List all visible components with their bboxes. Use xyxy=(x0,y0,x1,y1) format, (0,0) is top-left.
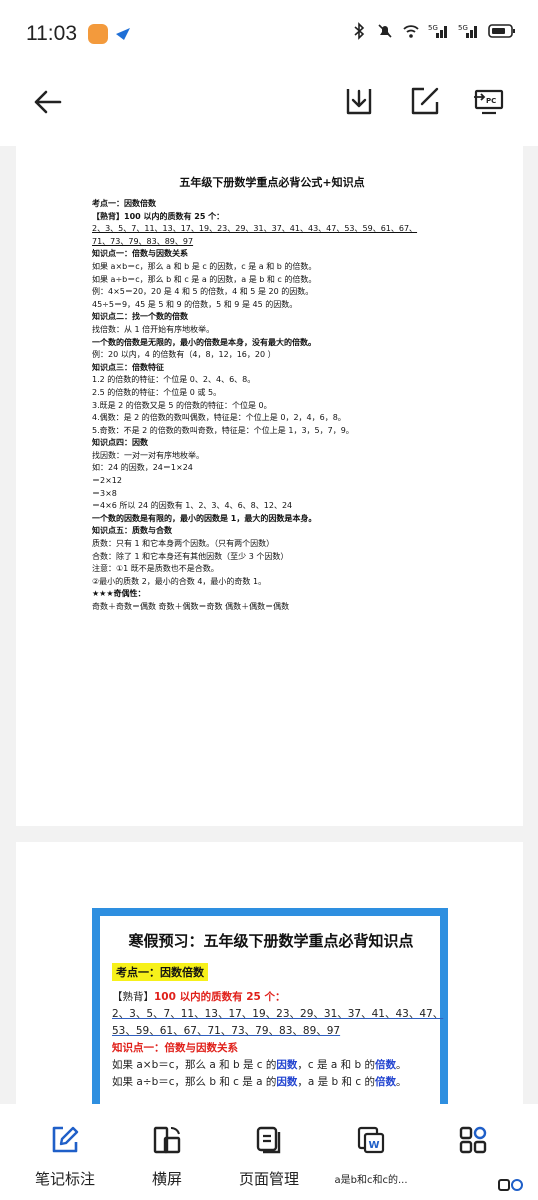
apps-grid-icon xyxy=(459,1126,487,1154)
document-text-block: 五年级下册数学重点必背公式+知识点 考点一：因数倍数【熟背】100 以内的质数有… xyxy=(92,176,452,614)
doc-line: 4.偶数：是 2 的倍数的数叫偶数，特征是：个位上是 0，2，4，6，8。 xyxy=(92,413,346,423)
doc-line: 知识点四：因数 xyxy=(92,438,148,448)
doc-line: 奇数＋奇数＝偶数 奇数＋偶数＝奇数 偶数＋偶数＝偶数 xyxy=(92,602,290,611)
edit-note-icon xyxy=(52,1126,79,1153)
doc-line: ＝4×6 所以 24 的因数有 1、2、3、4、6、8、12、24 xyxy=(92,501,293,511)
doc-line: ＝2×12 xyxy=(92,476,122,486)
floating-window-icon[interactable] xyxy=(498,1178,524,1192)
doc-line: 如果 a×b＝c，那么 a 和 b 是 c 的因数，c 是 a 和 b 的倍数。 xyxy=(92,261,317,271)
rule1-factor: 因数 xyxy=(276,1059,298,1071)
doc-line: 1.2 的倍数的特征：个位是 0、2、4、6、8。 xyxy=(92,375,256,385)
doc-title: 五年级下册数学重点必背公式+知识点 xyxy=(179,176,365,189)
svg-text:5G: 5G xyxy=(458,24,468,32)
rule1-a: 如果 a×b＝c，那么 a 和 b 是 c 的 xyxy=(112,1059,277,1071)
doc-line: 例：20 以内，4 的倍数有（4，8，12，16，20 ） xyxy=(92,350,276,360)
svg-text:5G: 5G xyxy=(428,24,438,32)
card-title: 寒假预习：五年级下册数学重点必背知识点 xyxy=(128,932,414,950)
download-icon[interactable] xyxy=(342,84,376,118)
nav-page-manage[interactable]: 页面管理 xyxy=(214,1124,324,1189)
doc-line: 2、3、5、7、11、13、17、19、23、29、31、37、41、43、47… xyxy=(92,224,418,234)
doc-line: 注意：①1 既不是质数也不是合数。 xyxy=(92,564,219,574)
page-manage-icon xyxy=(256,1126,281,1154)
status-time: 11:03 xyxy=(26,22,77,45)
doc-line: 【熟背】100 以内的质数有 25 个： xyxy=(92,211,225,221)
doc-line: 知识点三：倍数特征 xyxy=(92,362,164,372)
nav-landscape[interactable]: 横屏 xyxy=(112,1124,222,1189)
primes-line-1: 2、3、5、7、11、13、17、19、23、29、31、37、41、43、47… xyxy=(112,1008,444,1020)
nav-page-manage-label: 页面管理 xyxy=(238,1170,299,1188)
rule-line-1: 如果 a×b＝c，那么 a 和 b 是 c 的因数，c 是 a 和 b 的倍数。 xyxy=(112,1057,430,1074)
doc-line: 知识点二：找一个数的倍数 xyxy=(92,312,188,322)
doc-line: 合数：除了 1 和它本身还有其他因数（至少 3 个因数） xyxy=(92,551,289,561)
doc-line: 质数：只有 1 和它本身两个因数。（只有两个因数） xyxy=(92,539,275,549)
doc-line: ＝3×8 xyxy=(92,488,117,498)
app-arrow-icon xyxy=(116,28,130,40)
mute-bell-icon xyxy=(378,24,392,38)
rule1-multiple: 倍数 xyxy=(374,1059,396,1071)
rule1-c: ，c 是 a 和 b 的 xyxy=(297,1059,375,1071)
doc-line: 2.5 的倍数的特征：个位是 0 或 5。 xyxy=(92,387,222,397)
doc-line: 如：24 的因数，24＝1×24 xyxy=(92,463,193,473)
doc-line: 如果 a÷b＝c，那么 b 和 c 是 a 的因数，a 是 b 和 c 的倍数。 xyxy=(92,274,317,284)
rule2-end: 。 xyxy=(395,1076,407,1088)
svg-text:PC: PC xyxy=(486,97,496,105)
edit-external-icon[interactable] xyxy=(408,84,442,118)
rule2-a: 如果 a÷b＝c，那么 b 和 c 是 a 的 xyxy=(112,1076,277,1088)
prime-header-tag: 【熟背】 xyxy=(112,991,154,1003)
doc-line: 71、73、79、83、89、97 xyxy=(92,236,194,246)
send-to-pc-icon[interactable]: PC xyxy=(472,84,506,118)
rule2-c: ，a 是 b 和 c 的 xyxy=(297,1076,375,1088)
nav-apps[interactable] xyxy=(418,1124,528,1168)
svg-text:W: W xyxy=(369,1140,380,1151)
doc-line: 知识点一：倍数与因数关系 xyxy=(92,249,188,259)
doc-lines: 考点一：因数倍数【熟背】100 以内的质数有 25 个： 2、3、5、7、11、1… xyxy=(92,198,452,614)
rule2-factor: 因数 xyxy=(276,1076,298,1088)
nav-notes-label: 笔记标注 xyxy=(34,1170,95,1188)
bluetooth-icon xyxy=(354,22,365,40)
prime-header: 【熟背】100 以内的质数有 25 个： xyxy=(112,989,430,1006)
section-highlight: 考点一：因数倍数 xyxy=(112,963,208,981)
rule1-end: 。 xyxy=(395,1059,407,1071)
status-bar: 11:03 5G 5G xyxy=(0,0,538,66)
doc-line: 找因数：一对一对有序地枚举。 xyxy=(92,450,204,460)
knowledge-card: 寒假预习：五年级下册数学重点必背知识点 考点一：因数倍数 【熟背】100 以内的… xyxy=(92,908,448,1112)
nav-landscape-label: 横屏 xyxy=(151,1170,182,1188)
app-notification-icon xyxy=(88,24,108,44)
doc-line: ②最小的质数 2，最小的合数 4，最小的奇数 1。 xyxy=(92,576,267,586)
nav-word-doc-label: a是b和c和c的... xyxy=(334,1175,408,1186)
doc-line: 知识点五：质数与合数 xyxy=(92,526,172,536)
doc-line: 3.既是 2 的倍数又是 5 的倍数的特征：个位是 0。 xyxy=(92,400,272,410)
back-arrow-icon[interactable] xyxy=(30,84,66,120)
signal-5g-icon-2: 5G xyxy=(458,24,477,38)
doc-line: 例：4×5＝20，20 是 4 和 5 的倍数，4 和 5 是 20 的因数。 xyxy=(92,287,314,297)
doc-line: 考点一：因数倍数 xyxy=(92,199,156,208)
primes-line-2: 53、59、61、67、71、73、79、83、89、97 xyxy=(112,1025,341,1037)
wifi-icon xyxy=(403,25,419,38)
rule-line-2: 如果 a÷b＝c，那么 b 和 c 是 a 的因数，a 是 b 和 c 的倍数。 xyxy=(112,1074,430,1091)
kp1-heading: 知识点一：倍数与因数关系 xyxy=(112,1042,238,1054)
doc-line: ★★★奇偶性： xyxy=(92,589,146,599)
signal-5g-icon: 5G xyxy=(428,24,447,38)
battery-icon xyxy=(488,24,515,38)
rotate-screen-icon xyxy=(153,1126,181,1154)
nav-notes[interactable]: 笔记标注 xyxy=(10,1124,120,1189)
document-page-1[interactable]: 五年级下册数学重点必背公式+知识点 考点一：因数倍数【熟背】100 以内的质数有… xyxy=(16,146,523,826)
rule2-multiple: 倍数 xyxy=(374,1076,396,1088)
doc-line: 45÷5＝9，45 是 5 和 9 的倍数，5 和 9 是 45 的因数。 xyxy=(92,299,298,309)
prime-header-text: 100 以内的质数有 25 个： xyxy=(154,991,286,1003)
doc-line: 找倍数：从 1 倍开始有序地枚举。 xyxy=(92,324,215,334)
word-doc-icon: W xyxy=(357,1126,385,1154)
nav-word-doc[interactable]: W a是b和c和c的... xyxy=(316,1124,426,1187)
doc-line: 5.奇数：不是 2 的倍数的数叫奇数，特征是：个位上是 1，3，5，7，9。 xyxy=(92,425,354,435)
doc-line: 一个数的倍数是无限的，最小的倍数是本身，没有最大的倍数。 xyxy=(92,337,316,347)
document-page-2[interactable]: 寒假预习：五年级下册数学重点必背知识点 考点一：因数倍数 【熟背】100 以内的… xyxy=(16,842,523,1112)
bottom-nav: 笔记标注 横屏 页面管理 W a是b和c和c的... xyxy=(0,1104,538,1200)
doc-line: 一个数的因数是有限的，最小的因数是 1，最大的因数是本身。 xyxy=(92,513,317,523)
top-toolbar: PC xyxy=(0,66,538,146)
knowledge-card-body: 寒假预习：五年级下册数学重点必背知识点 考点一：因数倍数 【熟背】100 以内的… xyxy=(100,916,444,1112)
